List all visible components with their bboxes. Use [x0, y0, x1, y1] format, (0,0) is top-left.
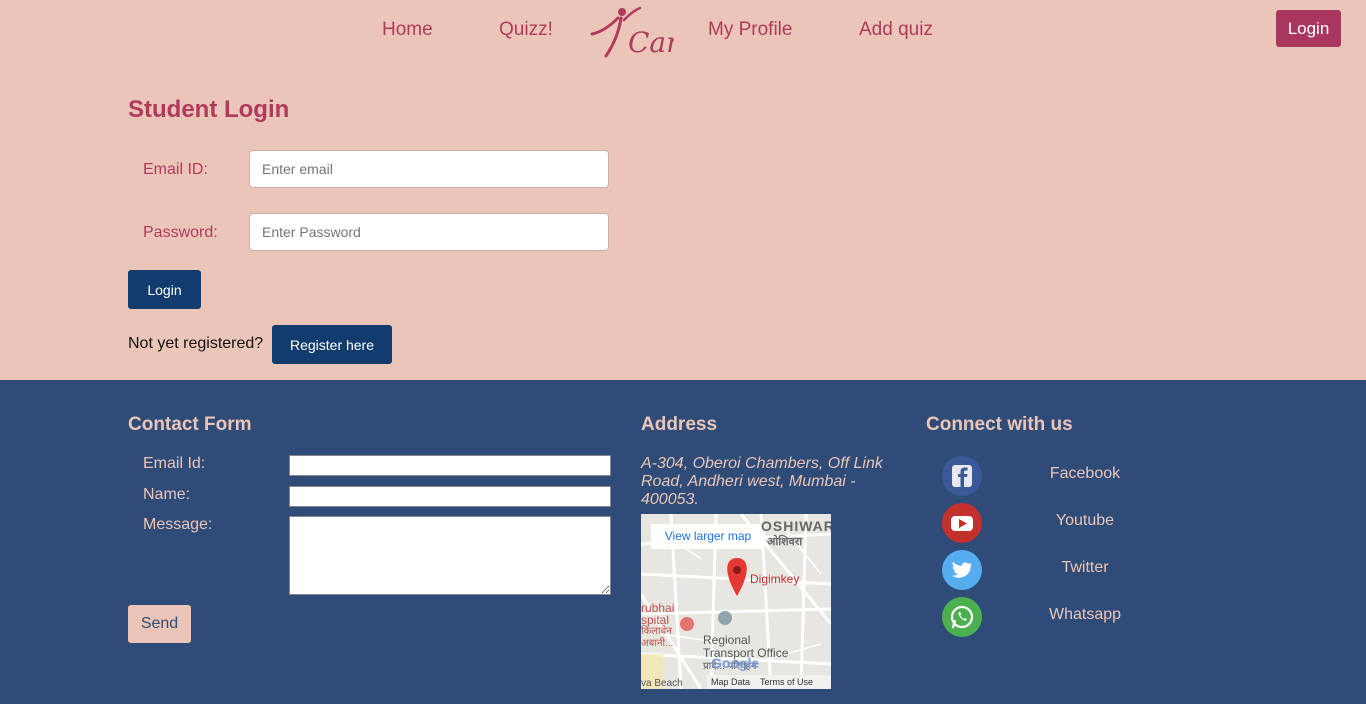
contact-message-textarea[interactable]: [289, 516, 611, 595]
nav-profile-link[interactable]: My Profile: [708, 19, 792, 41]
address-title: Address: [641, 414, 718, 435]
password-input[interactable]: [249, 213, 609, 251]
nav-home-link[interactable]: Home: [382, 19, 433, 41]
map-area-name-local: ओशिवरा: [767, 536, 803, 548]
whatsapp-link[interactable]: Whatsapp: [1030, 606, 1140, 624]
send-button[interactable]: Send: [128, 605, 191, 643]
password-label: Password:: [143, 224, 218, 241]
page-title: Student Login: [128, 96, 290, 123]
header-login-button[interactable]: Login: [1276, 10, 1341, 47]
twitter-icon[interactable]: [942, 550, 982, 590]
email-input[interactable]: [249, 150, 609, 188]
contact-email-input[interactable]: [289, 455, 611, 476]
facebook-link[interactable]: Facebook: [1030, 465, 1140, 483]
logo-text: Can: [628, 26, 674, 59]
nav-add-quiz-link[interactable]: Add quiz: [859, 19, 933, 41]
map-area-name: OSHIWARA: [761, 518, 831, 534]
facebook-icon[interactable]: [942, 456, 982, 496]
map-footer: Map Data Terms of Use: [707, 675, 831, 689]
youtube-icon[interactable]: [942, 503, 982, 543]
contact-form-title: Contact Form: [128, 414, 252, 435]
contact-name-input[interactable]: [289, 486, 611, 507]
map-beach-label: va Beach: [641, 678, 683, 689]
contact-message-label: Message:: [143, 516, 213, 533]
contact-name-label: Name:: [143, 486, 191, 503]
register-button[interactable]: Register here: [272, 325, 392, 364]
embedded-map[interactable]: View larger map OSHIWARA ओशिवरा Digimkey…: [641, 514, 831, 689]
map-terms-link[interactable]: Terms of Use: [760, 677, 813, 687]
connect-title: Connect with us: [926, 414, 1073, 435]
email-label: Email ID:: [143, 161, 208, 178]
nav-quizz-link[interactable]: Quizz!: [499, 19, 553, 41]
youtube-link[interactable]: Youtube: [1030, 512, 1140, 530]
whatsapp-icon[interactable]: [942, 597, 982, 637]
map-data-link[interactable]: Map Data: [711, 677, 750, 687]
login-submit-button[interactable]: Login: [128, 270, 201, 309]
map-place-name: Digimkey: [750, 572, 800, 586]
not-registered-text: Not yet registered?: [128, 335, 264, 352]
contact-email-label: Email Id:: [143, 455, 206, 472]
address-text: A-304, Oberoi Chambers, Off Link Road, A…: [641, 455, 883, 508]
google-logo: Google: [711, 655, 760, 671]
header-login-section: Home Quizz! Can My Profile Add quiz Logi…: [0, 0, 1366, 380]
map-poi-hospital: rubhai spital किलाबेन अबानी...: [641, 601, 675, 649]
logo[interactable]: Can: [588, 2, 684, 60]
view-larger-map-link[interactable]: View larger map: [651, 524, 765, 549]
twitter-link[interactable]: Twitter: [1030, 559, 1140, 577]
